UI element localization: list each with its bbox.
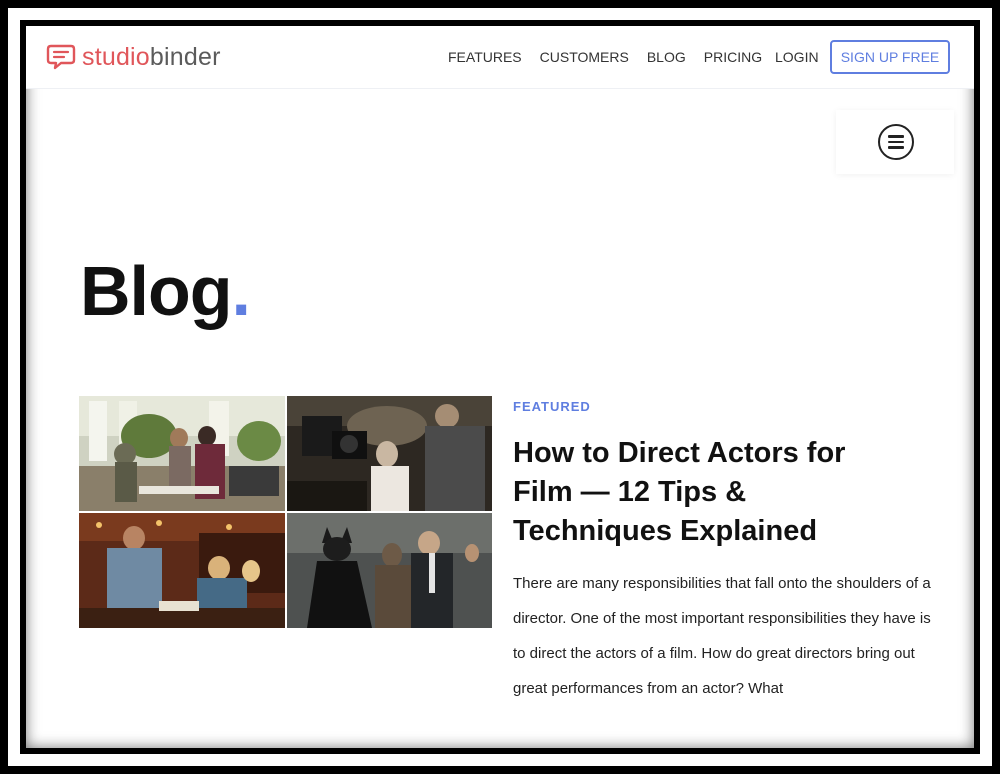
nav-link-blog[interactable]: BLOG [647,49,686,65]
featured-tag: FEATURED [513,399,591,414]
featured-post-title[interactable]: How to Direct Actors for Film — 12 Tips … [513,434,913,551]
studiobinder-logo[interactable]: studiobinder [46,40,221,74]
featured-post-excerpt: There are many responsibilities that fal… [513,575,931,697]
logo-wordmark: studiobinder [82,43,221,72]
image-tile-diner-scene [79,513,285,628]
sign-up-free-button[interactable]: SIGN UP FREE [830,40,950,74]
logo-text-binder: binder [149,42,221,71]
logo-text-studio: studio [82,42,150,71]
page-title-dot: . [231,252,251,330]
page-title: Blog. [80,256,251,326]
page-title-text: Blog [80,252,233,330]
menu-card [836,110,954,174]
featured-post-image[interactable] [79,396,492,628]
browser-page: studiobinder FEATURES CUSTOMERS BLOG PRI… [26,26,974,748]
image-tile-restaurant-scene [79,396,285,511]
hamburger-menu-icon[interactable] [878,124,914,160]
top-navbar: studiobinder FEATURES CUSTOMERS BLOG PRI… [26,26,974,89]
image-tile-film-set [287,396,492,511]
nav-link-features[interactable]: FEATURES [448,49,522,65]
nav-links: FEATURES CUSTOMERS BLOG PRICING [448,49,780,65]
nav-link-pricing[interactable]: PRICING [704,49,762,65]
nav-link-customers[interactable]: CUSTOMERS [540,49,629,65]
chat-bubble-icon [46,44,76,70]
login-link[interactable]: LOGIN [775,49,819,65]
image-tile-batman-set [287,513,492,628]
